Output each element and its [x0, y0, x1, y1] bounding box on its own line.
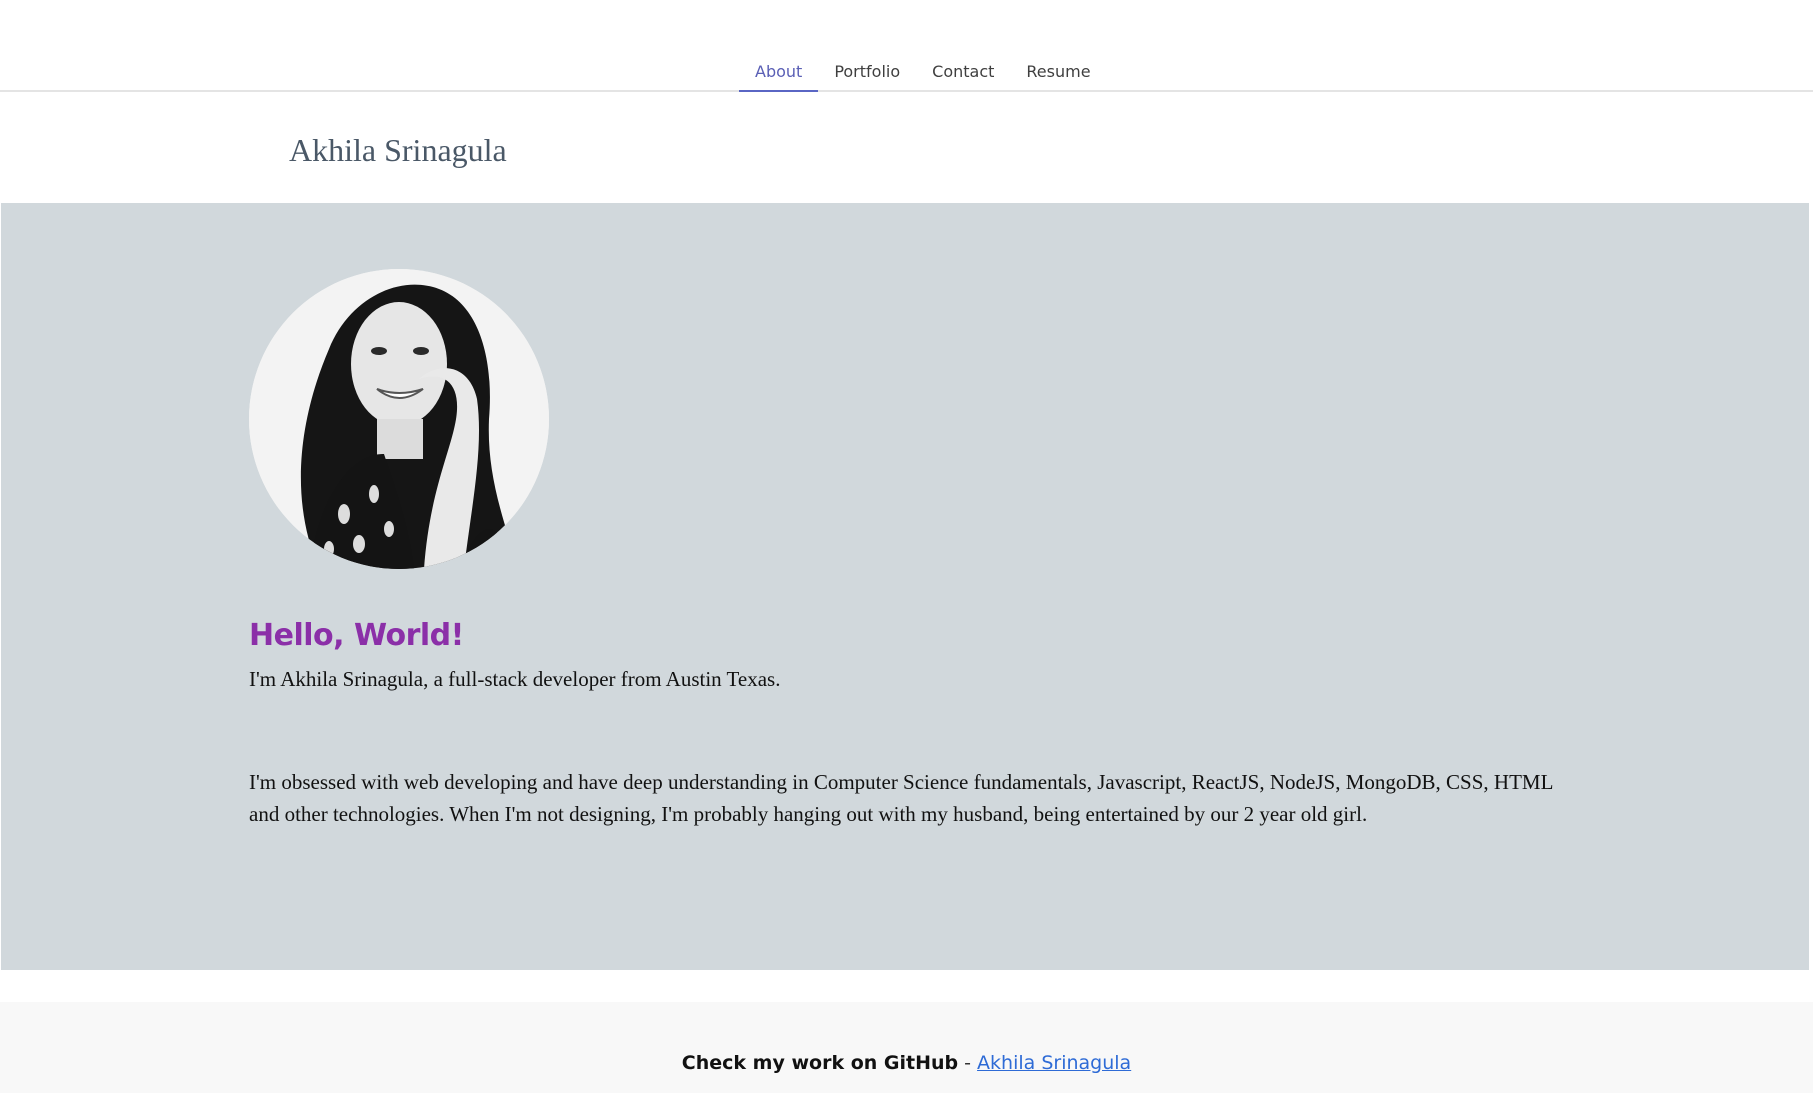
profile-photo	[249, 269, 549, 569]
bio-text: I'm obsessed with web developing and hav…	[249, 770, 1553, 826]
intro-text: I'm Akhila Srinagula, a full-stack devel…	[249, 667, 781, 691]
about-section: Hello, World! I'm Akhila Srinagula, a fu…	[1, 203, 1809, 970]
footer: Check my work on GitHub - Akhila Srinagu…	[0, 1002, 1813, 1093]
avatar	[249, 269, 549, 569]
top-nav: About Portfolio Contact Resume	[0, 0, 1813, 92]
nav-tabs: About Portfolio Contact Resume	[739, 52, 1107, 92]
footer-separator: -	[958, 1052, 978, 1074]
footer-github-line: Check my work on GitHub - Akhila Srinagu…	[0, 1052, 1813, 1074]
tab-contact[interactable]: Contact	[916, 52, 1010, 92]
tab-resume[interactable]: Resume	[1010, 52, 1106, 92]
greeting-heading: Hello, World!	[249, 618, 464, 653]
site-title: Akhila Srinagula	[289, 132, 507, 168]
tab-about[interactable]: About	[739, 52, 819, 92]
footer-lead-text: Check my work on GitHub	[681, 1052, 959, 1074]
tab-portfolio[interactable]: Portfolio	[818, 52, 916, 92]
github-link[interactable]: Akhila Srinagula	[977, 1052, 1131, 1074]
